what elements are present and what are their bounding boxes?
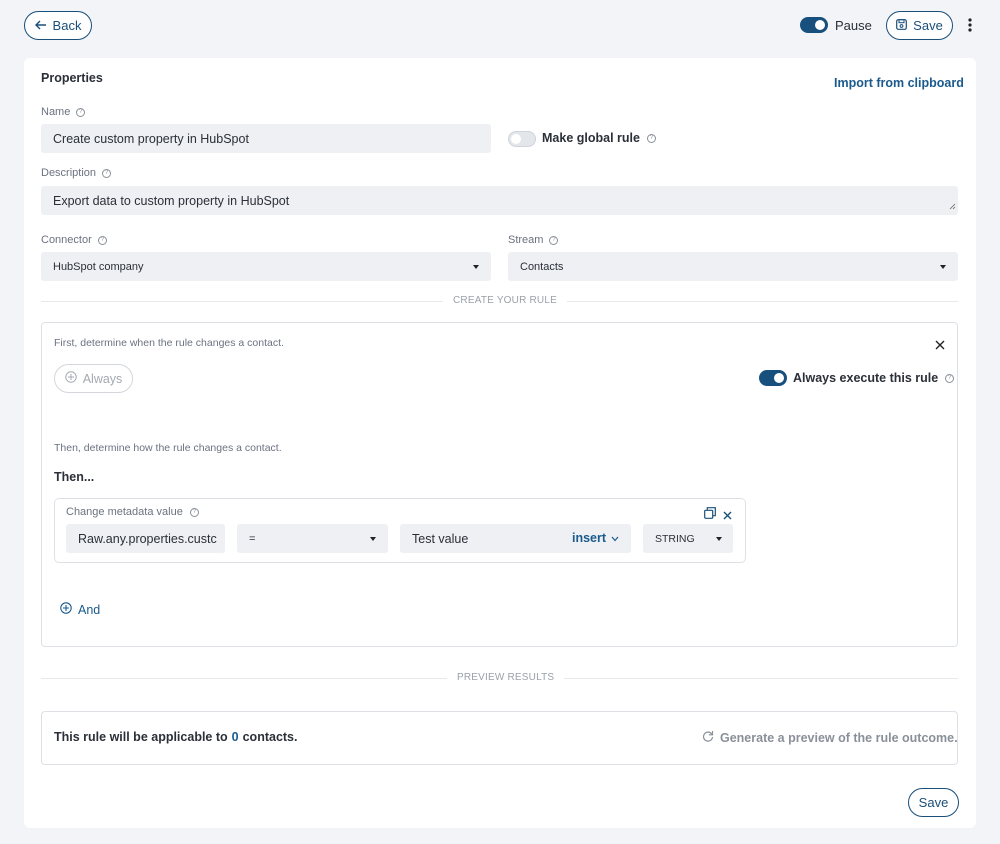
and-button[interactable]: And: [60, 602, 100, 617]
connector-label: Connector: [41, 234, 92, 246]
metadata-field-value: Raw.any.properties.custc: [78, 531, 217, 546]
global-rule-label: Make global rule: [542, 131, 640, 145]
help-icon: ?: [945, 373, 955, 383]
always-execute-label: Always execute this rule: [793, 371, 939, 385]
chevron-down-icon: [611, 531, 619, 545]
stream-label-row: Stream ?: [508, 234, 559, 246]
connector-select[interactable]: HubSpot company: [41, 252, 491, 281]
caret-down-icon: [940, 265, 946, 269]
stream-label: Stream: [508, 234, 544, 246]
save-label: Save: [918, 795, 949, 810]
condition-hint: First, determine when the rule changes a…: [54, 337, 284, 349]
close-icon[interactable]: [935, 337, 945, 355]
insert-label: insert: [572, 531, 607, 545]
caret-down-icon: [473, 265, 479, 269]
operator-select[interactable]: =: [237, 524, 388, 553]
name-value: Create custom property in HubSpot: [53, 131, 249, 146]
and-label: And: [78, 602, 101, 617]
help-icon: ?: [549, 235, 559, 245]
plus-circle-icon: [65, 371, 77, 386]
create-rule-heading: CREATE YOUR RULE: [443, 295, 567, 306]
save-button-top[interactable]: Save: [886, 11, 953, 40]
preview-results-heading: PREVIEW RESULTS: [447, 672, 565, 683]
description-textarea[interactable]: Export data to custom property in HubSpo…: [41, 186, 958, 215]
pause-label: Pause: [835, 18, 872, 33]
type-select[interactable]: STRING: [643, 524, 733, 553]
connector-value: HubSpot company: [53, 260, 144, 273]
description-label-row: Description ?: [41, 167, 112, 179]
preview-summary: This rule will be applicable to 0 contac…: [54, 730, 298, 744]
help-icon: ?: [189, 507, 199, 517]
always-label: Always: [82, 371, 123, 386]
action-hint: Then, determine how the rule changes a c…: [54, 442, 282, 454]
always-button[interactable]: Always: [54, 364, 133, 393]
caret-down-icon: [370, 537, 376, 541]
save-label: Save: [913, 18, 943, 33]
more-options-icon[interactable]: [966, 17, 974, 33]
action-title: Change metadata value: [66, 506, 183, 518]
help-icon: ?: [102, 168, 112, 178]
global-rule-label-row: Make global rule ?: [542, 131, 656, 145]
metadata-field-input[interactable]: Raw.any.properties.custc: [66, 524, 225, 553]
generate-preview-label: Generate a preview of the rule outcome.: [720, 730, 958, 745]
generate-preview-button[interactable]: Generate a preview of the rule outcome.: [702, 730, 958, 745]
stream-value: Contacts: [520, 260, 564, 273]
operator-value: =: [249, 532, 256, 545]
always-execute-label-row: Always execute this rule ?: [793, 371, 955, 385]
remove-action-icon[interactable]: [723, 507, 732, 525]
import-from-clipboard-link[interactable]: Import from clipboard: [834, 76, 964, 90]
value-text: Test value: [412, 531, 469, 546]
type-value: STRING: [655, 532, 695, 545]
properties-title: Properties: [41, 71, 103, 85]
always-execute-toggle[interactable]: [759, 370, 787, 386]
name-label: Name: [41, 106, 71, 118]
help-icon: ?: [76, 107, 86, 117]
preview-text-after: contacts.: [242, 730, 298, 744]
resize-handle-icon[interactable]: [949, 199, 956, 213]
name-input[interactable]: Create custom property in HubSpot: [41, 124, 491, 153]
global-rule-toggle[interactable]: [508, 131, 536, 147]
description-label: Description: [41, 167, 97, 179]
insert-dropdown[interactable]: insert: [572, 531, 619, 545]
help-icon: ?: [646, 133, 656, 143]
refresh-icon: [702, 730, 714, 745]
arrow-left-icon: [34, 18, 47, 33]
then-label: Then...: [54, 470, 95, 484]
preview-text-before: This rule will be applicable to: [54, 730, 228, 744]
name-label-row: Name ?: [41, 106, 86, 118]
connector-label-row: Connector ?: [41, 234, 107, 246]
value-input[interactable]: Test value insert: [400, 524, 631, 553]
copy-icon[interactable]: [704, 506, 716, 524]
save-button-bottom[interactable]: Save: [908, 788, 959, 817]
back-label: Back: [52, 18, 82, 33]
help-icon: ?: [97, 235, 107, 245]
back-button[interactable]: Back: [24, 11, 92, 40]
plus-circle-icon: [60, 602, 72, 617]
caret-down-icon: [716, 537, 722, 541]
pause-toggle[interactable]: [800, 17, 828, 33]
description-value: Export data to custom property in HubSpo…: [53, 193, 290, 208]
preview-count: 0: [231, 730, 239, 744]
floppy-disk-icon: [896, 18, 908, 33]
stream-select[interactable]: Contacts: [508, 252, 958, 281]
action-title-row: Change metadata value ?: [66, 506, 199, 518]
